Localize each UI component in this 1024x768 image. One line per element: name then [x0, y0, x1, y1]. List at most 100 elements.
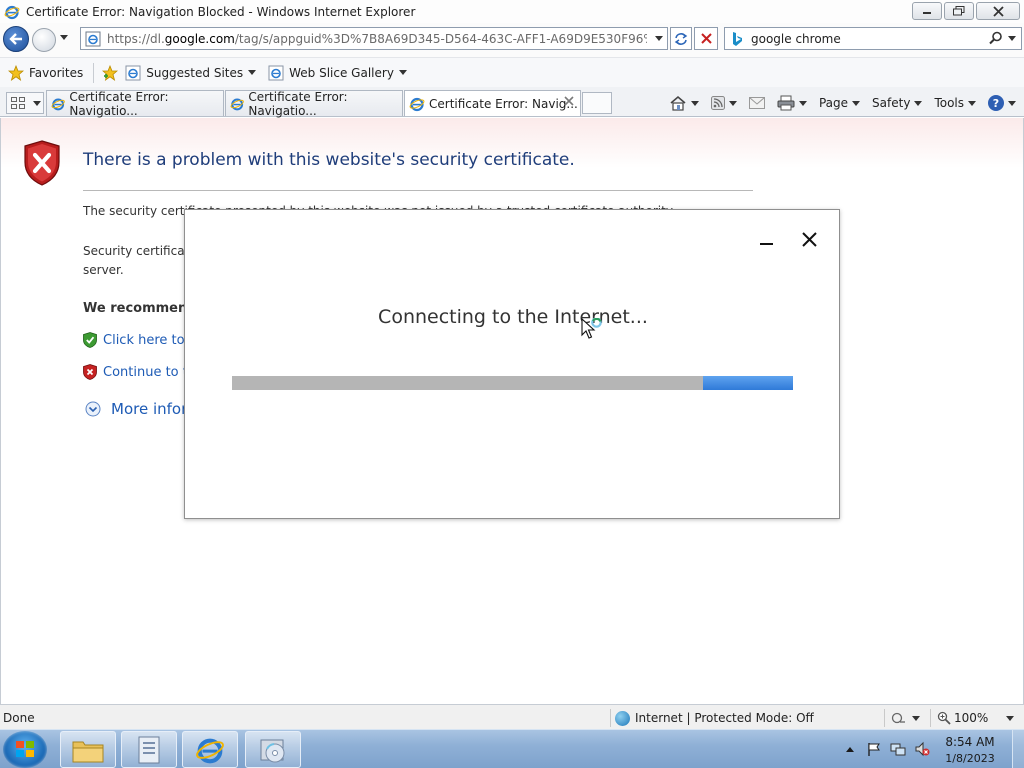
status-text: Done — [3, 711, 35, 725]
add-to-favorites-bar-button[interactable] — [102, 64, 123, 81]
ie-page-icon — [268, 65, 284, 80]
start-button[interactable] — [3, 731, 47, 768]
taskbar-explorer-button[interactable] — [60, 731, 116, 768]
zoom-level: 100% — [954, 711, 989, 725]
tools-dropdown-icon — [968, 100, 976, 106]
show-desktop-button[interactable] — [1012, 730, 1024, 768]
search-icon[interactable] — [989, 31, 1003, 45]
taskbar-internet-explorer-button[interactable] — [182, 731, 238, 768]
add-favorite-icon — [102, 64, 119, 81]
web-slice-gallery-button[interactable]: Web Slice Gallery — [268, 65, 407, 81]
restore-icon — [953, 6, 965, 16]
add-ons-status[interactable] — [884, 709, 920, 727]
suggested-sites-dropdown-icon — [248, 70, 257, 75]
minimize-button[interactable] — [912, 2, 942, 20]
dialog-minimize-button[interactable] — [758, 236, 774, 252]
page-menu[interactable]: Page — [819, 96, 861, 110]
home-dropdown-icon[interactable] — [690, 100, 699, 106]
ie-tab-icon — [51, 98, 65, 110]
read-mail-button[interactable] — [748, 97, 765, 109]
feeds-button[interactable] — [710, 96, 737, 110]
safety-menu[interactable]: Safety — [872, 96, 923, 110]
recent-pages-dropdown[interactable] — [60, 35, 68, 40]
taskbar-installer-button[interactable] — [245, 731, 301, 768]
back-button[interactable] — [3, 26, 29, 52]
taskbar: 8:54 AM 1/8/2023 — [0, 729, 1024, 768]
window-title: Certificate Error: Navigation Blocked - … — [26, 4, 416, 19]
printer-icon — [777, 95, 795, 111]
clock-date[interactable]: 1/8/2023 — [944, 752, 996, 765]
tools-menu[interactable]: Tools — [934, 96, 976, 110]
address-dropdown-icon[interactable] — [655, 36, 663, 41]
volume-muted-icon[interactable] — [914, 741, 930, 757]
progress-bar-fill — [703, 376, 793, 390]
close-tab-icon[interactable] — [564, 96, 574, 106]
system-tray: 8:54 AM 1/8/2023 — [842, 730, 1024, 768]
navigation-bar: https://dl.google.com/tag/s/appguid%3D%7… — [0, 23, 1024, 57]
progress-bar — [232, 376, 793, 390]
favorites-bar: Favorites Suggested Sites Web Slice Gall… — [0, 57, 1024, 87]
forward-button[interactable] — [32, 28, 56, 52]
suggested-sites-label: Suggested Sites — [146, 65, 244, 80]
tab-label: Certificate Error: Navigatio... — [248, 89, 348, 118]
folder-icon — [72, 741, 104, 762]
taskbar-document-button[interactable] — [121, 731, 177, 768]
suggested-sites-button[interactable]: Suggested Sites — [125, 65, 257, 81]
help-icon: ? — [988, 95, 1004, 111]
tab-certificate-error-3-active[interactable]: Certificate Error: Navig... — [404, 90, 581, 116]
new-tab-button[interactable] — [582, 92, 612, 114]
close-icon — [992, 5, 1004, 17]
show-hidden-icons-button[interactable] — [846, 747, 854, 752]
tab-list-dropdown-icon[interactable] — [33, 100, 41, 106]
favorites-star-icon — [8, 64, 24, 81]
installer-disc-icon — [260, 739, 285, 762]
back-arrow-icon — [9, 33, 22, 45]
quick-tabs-icon — [11, 97, 25, 109]
dialog-close-icon[interactable] — [800, 230, 820, 250]
internet-explorer-icon — [4, 5, 20, 19]
rss-feed-icon — [710, 96, 725, 110]
favorites-label: Favorites — [29, 65, 84, 80]
favorites-button[interactable]: Favorites — [8, 64, 84, 81]
web-slice-dropdown-icon — [398, 70, 407, 75]
print-button[interactable] — [777, 95, 807, 111]
refresh-button[interactable] — [670, 27, 692, 50]
home-button[interactable] — [669, 95, 699, 111]
home-icon — [670, 95, 686, 111]
close-window-button[interactable] — [976, 2, 1020, 20]
expand-chevron-icon — [85, 401, 101, 417]
mail-icon — [748, 97, 765, 109]
address-bar[interactable]: https://dl.google.com/tag/s/appguid%3D%7… — [80, 27, 668, 50]
network-icon[interactable] — [890, 741, 906, 757]
print-dropdown-icon[interactable] — [798, 100, 807, 106]
ie-page-icon — [125, 65, 141, 80]
security-error-shield-icon — [24, 140, 60, 186]
error-divider — [83, 190, 753, 191]
tab-certificate-error-1[interactable]: Certificate Error: Navigatio... — [46, 90, 224, 118]
command-bar: Page Safety Tools ? — [657, 92, 1016, 114]
tab-certificate-error-2[interactable]: Certificate Error: Navigatio... — [225, 89, 403, 118]
ie-tab-icon — [230, 98, 244, 110]
windows-logo-icon — [16, 741, 34, 757]
internet-explorer-icon — [196, 738, 224, 763]
zoom-control[interactable]: 100% — [930, 709, 1015, 727]
action-center-flag-icon[interactable] — [866, 741, 882, 757]
tools-menu-label: Tools — [934, 96, 964, 110]
search-query: google chrome — [751, 31, 841, 46]
zoom-dropdown-icon — [1006, 715, 1015, 721]
error-title: There is a problem with this website's s… — [83, 150, 575, 170]
quick-tabs-button[interactable] — [6, 92, 44, 114]
refresh-icon — [674, 32, 688, 45]
feeds-dropdown-icon[interactable] — [728, 100, 737, 106]
favorites-separator — [93, 62, 95, 83]
search-options-dropdown-icon[interactable] — [1008, 36, 1016, 41]
clock-time[interactable]: 8:54 AM — [944, 735, 996, 749]
stop-button[interactable] — [694, 27, 718, 50]
security-zone[interactable]: Internet | Protected Mode: Off — [610, 709, 814, 727]
help-menu[interactable]: ? — [988, 95, 1016, 111]
search-box[interactable]: google chrome — [724, 27, 1022, 50]
address-url: https://dl.google.com/tag/s/appguid%3D%7… — [107, 32, 647, 46]
status-bar: Done Internet | Protected Mode: Off 100% — [0, 704, 1024, 729]
maximize-button[interactable] — [944, 2, 974, 20]
safety-menu-label: Safety — [872, 96, 911, 110]
